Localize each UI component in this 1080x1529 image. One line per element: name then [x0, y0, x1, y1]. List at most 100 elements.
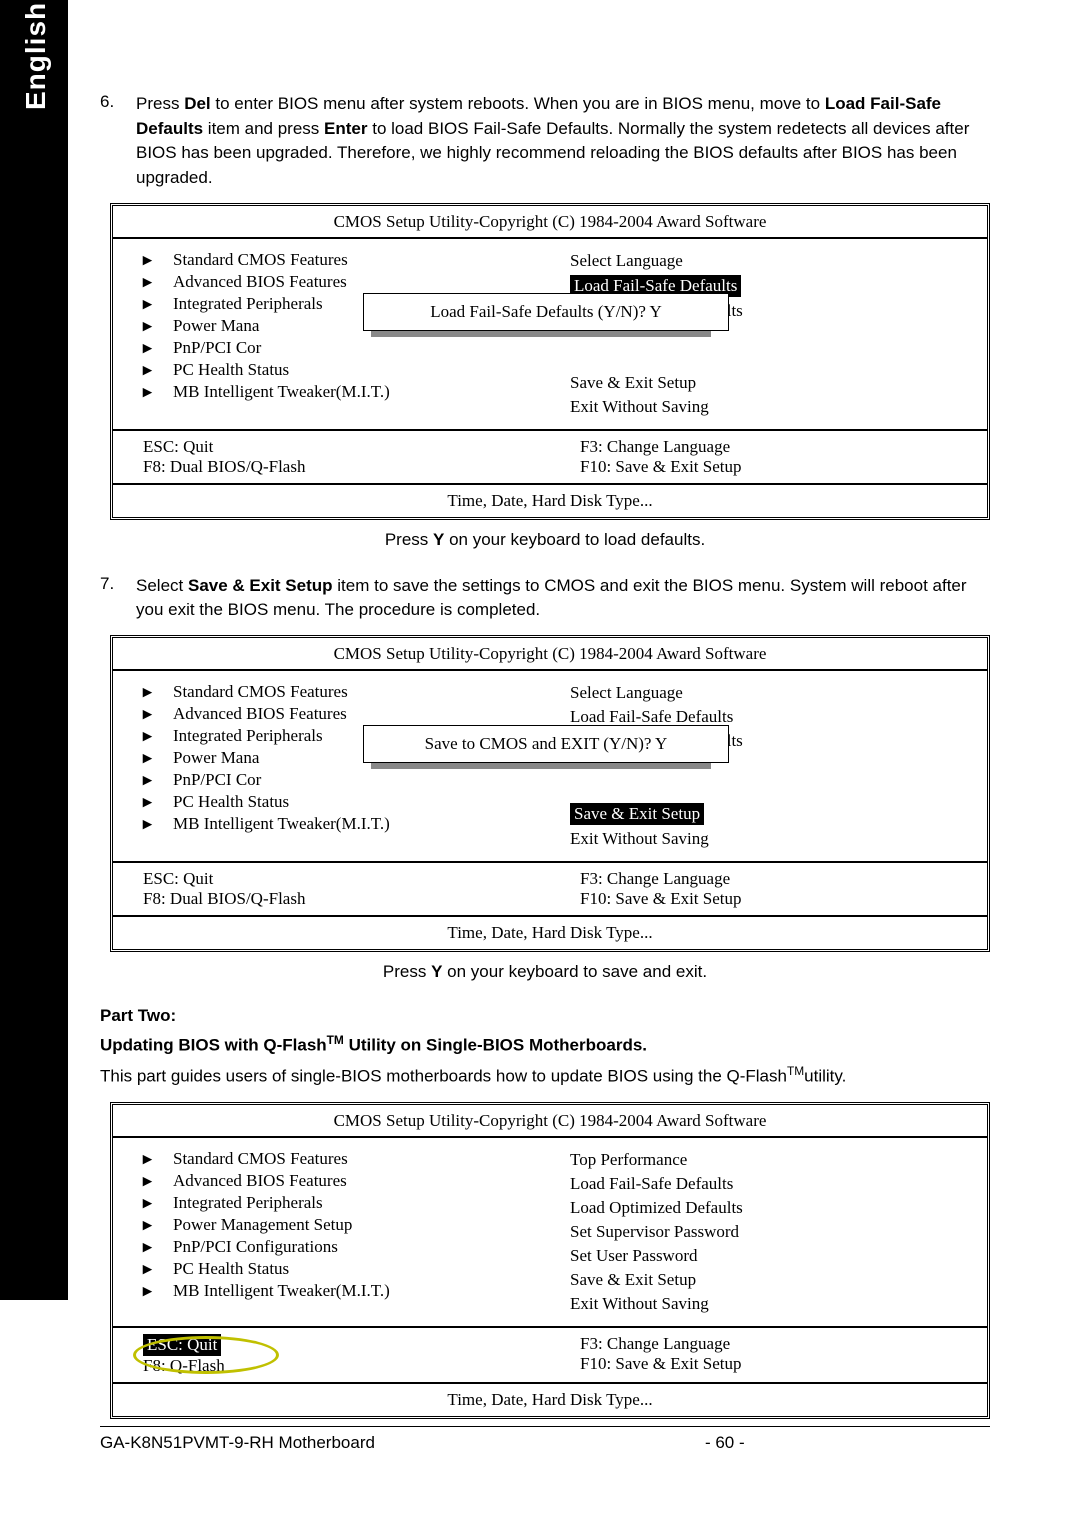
bios-left-item: Integrated Peripherals	[173, 1193, 323, 1213]
arrow-icon: ▸	[143, 1193, 173, 1213]
bios-left-item: Advanced BIOS Features	[173, 704, 347, 724]
bios-title: CMOS Setup Utility-Copyright (C) 1984-20…	[113, 206, 987, 237]
key-hint: F3: Change Language	[580, 869, 987, 889]
step-6: 6. Press Del to enter BIOS menu after sy…	[100, 92, 990, 191]
arrow-icon: ▸	[143, 1149, 173, 1169]
arrow-icon: ▸	[143, 814, 173, 834]
key-hint: F3: Change Language	[580, 1334, 987, 1354]
page-footer: GA-K8N51PVMT-9-RH Motherboard - 60 -	[100, 1426, 990, 1453]
key-hint: F10: Save & Exit Setup	[580, 1354, 987, 1374]
arrow-icon: ▸	[143, 382, 173, 402]
language-tab: English	[20, 2, 52, 110]
t: item and press	[203, 119, 324, 138]
bios-keys: ESC: Quit F8: Dual BIOS/Q-Flash F3: Chan…	[113, 431, 987, 483]
bios-left-item: MB Intelligent Tweaker(M.I.T.)	[173, 814, 390, 834]
bios-screenshot-1: CMOS Setup Utility-Copyright (C) 1984-20…	[110, 203, 990, 520]
key-y: Y	[431, 962, 442, 981]
key-hint: ESC: Quit	[143, 869, 550, 889]
bios-left-col: ▸Standard CMOS Features ▸Advanced BIOS F…	[113, 1144, 550, 1320]
arrow-icon: ▸	[143, 1237, 173, 1257]
bios-footer: Time, Date, Hard Disk Type...	[113, 915, 987, 949]
t: This part guides users of single-BIOS mo…	[100, 1067, 787, 1086]
bios-left-item: MB Intelligent Tweaker(M.I.T.)	[173, 1281, 390, 1301]
t: to enter BIOS menu after system reboots.…	[211, 94, 825, 113]
bios-right-item: Select Language	[550, 681, 987, 705]
bios-left-item: PC Health Status	[173, 792, 289, 812]
bios-right-item	[550, 777, 987, 801]
key-hint: F8: Dual BIOS/Q-Flash	[143, 457, 550, 477]
selected-item: Save & Exit Setup	[570, 803, 704, 825]
bios-left-item: PC Health Status	[173, 1259, 289, 1279]
caption-1: Press Y on your keyboard to load default…	[100, 530, 990, 550]
key-hint: F3: Change Language	[580, 437, 987, 457]
caption-2: Press Y on your keyboard to save and exi…	[100, 962, 990, 982]
bios-right-item: Exit Without Saving	[550, 395, 987, 419]
bios-right-item	[550, 347, 987, 371]
bios-left-item: Advanced BIOS Features	[173, 272, 347, 292]
arrow-icon: ▸	[143, 770, 173, 790]
bios-right-item: Exit Without Saving	[550, 1292, 987, 1316]
key-enter: Enter	[324, 119, 367, 138]
key-hint: ESC: Quit	[143, 437, 550, 457]
bios-left-item: Integrated Peripherals	[173, 726, 323, 746]
bios-right-item: Load Fail-Safe Defaults	[550, 1172, 987, 1196]
key-y: Y	[433, 530, 444, 549]
bios-right-item: Save & Exit Setup	[550, 1268, 987, 1292]
bios-main: ▸Standard CMOS Features ▸Advanced BIOS F…	[113, 669, 987, 863]
arrow-icon: ▸	[143, 272, 173, 292]
bios-screenshot-3: CMOS Setup Utility-Copyright (C) 1984-20…	[110, 1102, 990, 1419]
bios-main: ▸Standard CMOS Features ▸Advanced BIOS F…	[113, 237, 987, 431]
bios-main: ▸Standard CMOS Features ▸Advanced BIOS F…	[113, 1136, 987, 1328]
bios-left-item: MB Intelligent Tweaker(M.I.T.)	[173, 382, 390, 402]
step-6-number: 6.	[100, 92, 136, 191]
arrow-icon: ▸	[143, 792, 173, 812]
step-6-text: Press Del to enter BIOS menu after syste…	[136, 92, 990, 191]
bios-right-item: Set User Password	[550, 1244, 987, 1268]
bios-title: CMOS Setup Utility-Copyright (C) 1984-20…	[113, 1105, 987, 1136]
bios-title: CMOS Setup Utility-Copyright (C) 1984-20…	[113, 638, 987, 669]
bios-left-item: PC Health Status	[173, 360, 289, 380]
ses: Save & Exit Setup	[188, 576, 333, 595]
footer-model: GA-K8N51PVMT-9-RH Motherboard	[100, 1433, 375, 1453]
arrow-icon: ▸	[143, 338, 173, 358]
t: Press	[383, 962, 431, 981]
bios-right-col: Top Performance Load Fail-Safe Defaults …	[550, 1144, 987, 1320]
arrow-icon: ▸	[143, 250, 173, 270]
arrow-icon: ▸	[143, 726, 173, 746]
step-7-text: Select Save & Exit Setup item to save th…	[136, 574, 990, 623]
bios-left-item: PnP/PCI Cor	[173, 770, 261, 790]
bios-right-item: Top Performance	[550, 1148, 987, 1172]
arrow-icon: ▸	[143, 1171, 173, 1191]
t: on your keyboard to save and exit.	[442, 962, 707, 981]
t: utility.	[804, 1067, 846, 1086]
t: on your keyboard to load defaults.	[444, 530, 705, 549]
t: Updating BIOS with Q-Flash	[100, 1036, 327, 1055]
bios-footer: Time, Date, Hard Disk Type...	[113, 1382, 987, 1416]
bios-right-item: Save & Exit Setup	[550, 371, 987, 395]
key-hint: F10: Save & Exit Setup	[580, 889, 987, 909]
arrow-icon: ▸	[143, 360, 173, 380]
arrow-icon: ▸	[143, 682, 173, 702]
step-7-number: 7.	[100, 574, 136, 623]
arrow-icon: ▸	[143, 1259, 173, 1279]
arrow-icon: ▸	[143, 294, 173, 314]
t: Utility on Single-BIOS Motherboards.	[344, 1036, 647, 1055]
bios-right-item: Select Language	[550, 249, 987, 273]
arrow-icon: ▸	[143, 748, 173, 768]
t: Select	[136, 576, 188, 595]
bios-left-item: Integrated Peripherals	[173, 294, 323, 314]
bios-left-item: PnP/PCI Configurations	[173, 1237, 338, 1257]
bios-right-item: Save & Exit Setup	[550, 801, 987, 827]
bios-left-item: Power Mana	[173, 316, 259, 336]
bios-left-item: PnP/PCI Cor	[173, 338, 261, 358]
bios-left-item: Advanced BIOS Features	[173, 1171, 347, 1191]
bios-screenshot-2: CMOS Setup Utility-Copyright (C) 1984-20…	[110, 635, 990, 952]
part-two-title: Part Two:	[100, 1006, 990, 1026]
part-two-desc: This part guides users of single-BIOS mo…	[100, 1063, 990, 1089]
bios-left-item: Standard CMOS Features	[173, 250, 348, 270]
key-hint: F10: Save & Exit Setup	[580, 457, 987, 477]
key-del: Del	[184, 94, 210, 113]
bios-left-item: Power Management Setup	[173, 1215, 352, 1235]
bios-right-item: Exit Without Saving	[550, 827, 987, 851]
bios-left-item: Standard CMOS Features	[173, 682, 348, 702]
